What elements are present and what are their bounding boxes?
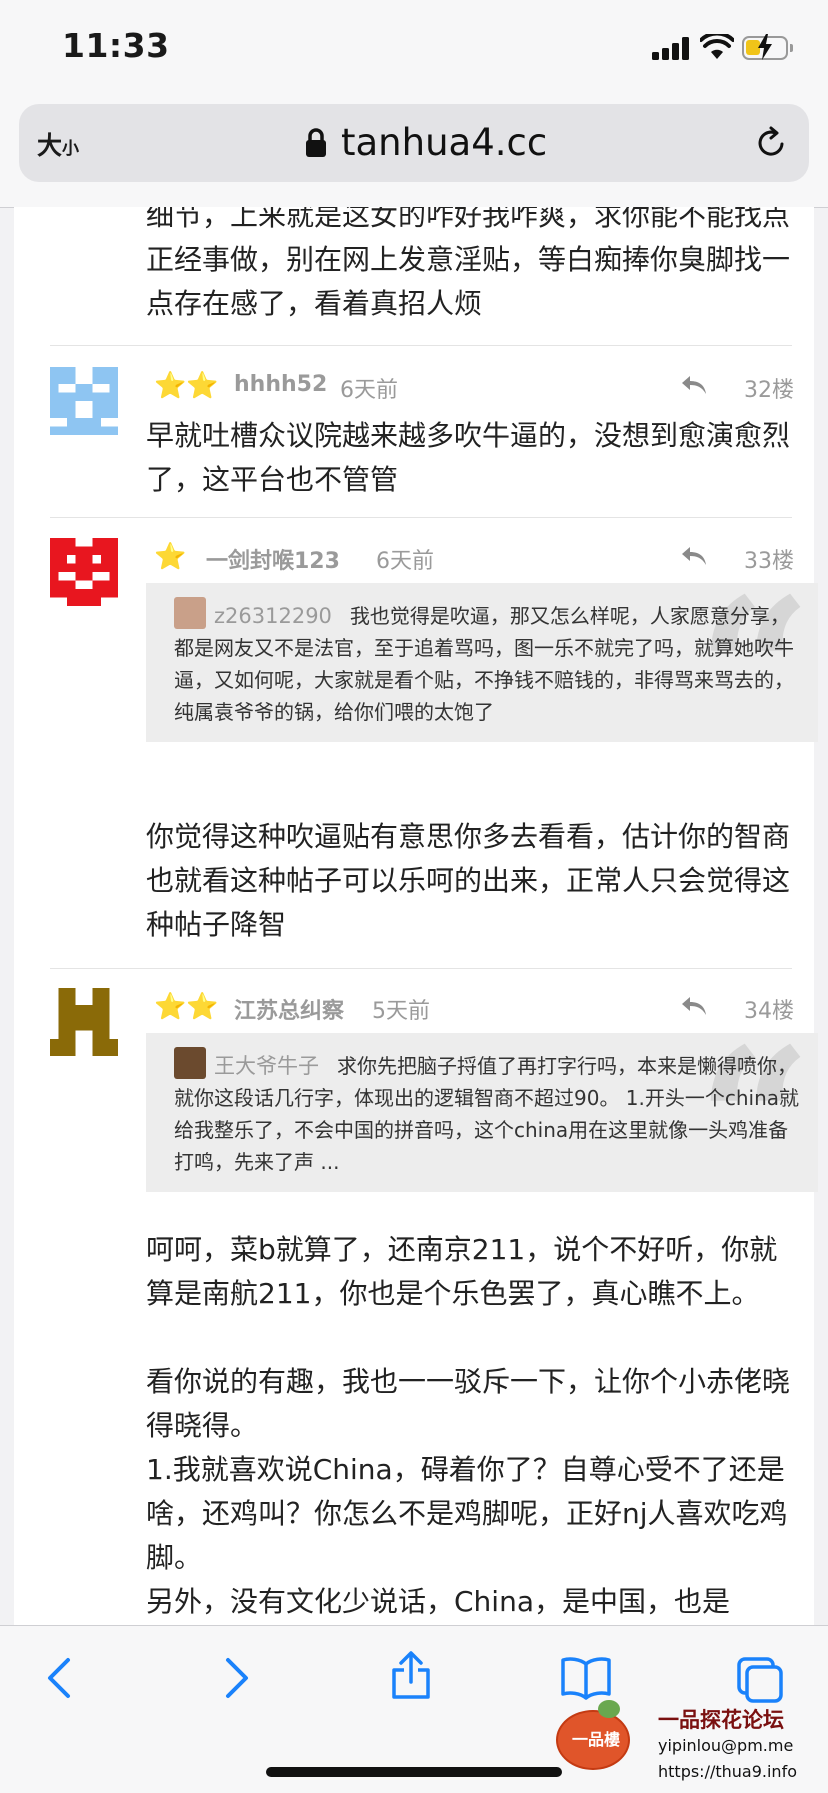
username[interactable]: hhhh52 xyxy=(234,372,327,397)
address-bar[interactable]: 大小 tanhua4.cc xyxy=(19,104,809,182)
url-text[interactable]: tanhua4.cc xyxy=(341,121,547,164)
wifi-icon xyxy=(700,34,734,59)
browser-address-area: 大小 tanhua4.cc xyxy=(0,100,828,208)
status-bar: 11:33 xyxy=(0,0,828,100)
share-icon[interactable] xyxy=(390,1650,432,1700)
post-text: 你觉得这种吹逼贴有意思你多去看看，估计你的智商也就看这种帖子可以乐呵的出来，正常… xyxy=(146,820,791,941)
quote-username[interactable]: 王大爷牛子 xyxy=(214,1054,319,1078)
rating-stars: ⭐ xyxy=(154,542,187,572)
reply-icon[interactable] xyxy=(680,995,708,1017)
quoted-reply: “ 王大爷牛子 求你先把脑子捋值了再打字行吗，本来是懒得喷你，就你这段话几行字，体… xyxy=(146,1033,818,1192)
divider xyxy=(50,968,792,969)
watermark-title: 一品探花论坛 xyxy=(658,1708,784,1732)
home-indicator[interactable] xyxy=(266,1767,562,1777)
divider xyxy=(50,345,792,346)
avatar[interactable] xyxy=(50,988,118,1056)
frog-icon xyxy=(598,1700,620,1718)
floor-number: 32楼 xyxy=(744,378,794,403)
username[interactable]: 江苏总纠察 xyxy=(234,993,344,1025)
reply-icon[interactable] xyxy=(680,545,708,567)
post-meta: ⭐ 一剑封喉123 6天前 33楼 xyxy=(154,541,794,575)
floor-number: 33楼 xyxy=(744,549,794,574)
tabs-icon[interactable] xyxy=(736,1656,784,1704)
text-size-button[interactable]: 大小 xyxy=(37,126,79,162)
cellular-signal-icon xyxy=(652,36,690,60)
book-icon[interactable] xyxy=(560,1656,612,1700)
quote-username[interactable]: z26312290 xyxy=(214,604,332,628)
post-text: 早就吐槽众议院越来越多吹牛逼的，没想到愈演愈烈了，这平台也不管管 xyxy=(146,419,791,496)
rating-stars: ⭐⭐ xyxy=(154,992,219,1022)
post-time: 6天前 xyxy=(340,378,398,403)
post-meta: ⭐⭐ hhhh52 6天前 32楼 xyxy=(154,370,794,404)
floor-number: 34楼 xyxy=(744,999,794,1024)
post-text: 看你说的有趣，我也一一驳斥一下，让你个小赤佬晓得晓得。 xyxy=(146,1365,791,1442)
post-time: 5天前 xyxy=(372,999,430,1024)
avatar[interactable] xyxy=(50,538,118,606)
post-text: 另外，没有文化少说话，China，是中国，也是 xyxy=(146,1585,730,1618)
web-content[interactable]: 细节，上来就是这女的咋好我咋爽，求你能不能找点正经事做，别在网上发意淫贴，等白痴… xyxy=(0,207,828,1625)
quote-avatar xyxy=(174,1047,206,1079)
divider xyxy=(50,517,792,518)
reload-icon[interactable] xyxy=(754,126,788,160)
watermark-logo: 一品樓 xyxy=(556,1710,630,1770)
forward-icon[interactable] xyxy=(222,1656,252,1700)
quoted-reply: “ z26312290 我也觉得是吹逼，那又怎么样呢，人家愿意分享，都是网友又不是… xyxy=(146,583,818,742)
lock-icon xyxy=(306,128,326,157)
thread-page: 细节，上来就是这女的咋好我咋爽，求你能不能找点正经事做，别在网上发意淫贴，等白痴… xyxy=(14,207,818,1625)
back-icon[interactable] xyxy=(44,1656,74,1700)
username[interactable]: 一剑封喉123 xyxy=(206,543,340,575)
post-time: 6天前 xyxy=(376,549,434,574)
battery-icon xyxy=(742,34,793,60)
post-text: 呵呵，菜b就算了，还南京211，说个不好听，你就算是南航211，你也是个乐色罢了… xyxy=(146,1233,778,1310)
watermark-site: https://thua9.info xyxy=(658,1762,797,1781)
post-text: 1.我就喜欢说China，碍着你了？自尊心受不了还是啥，还鸡叫？你怎么不是鸡脚呢… xyxy=(146,1453,788,1574)
watermark-email: yipinlou@pm.me xyxy=(658,1736,794,1755)
post-meta: ⭐⭐ 江苏总纠察 5天前 34楼 xyxy=(154,991,794,1025)
quote-avatar xyxy=(174,597,206,629)
prev-post-text: 细节，上来就是这女的咋好我咋爽，求你能不能找点正经事做，别在网上发意淫贴，等白痴… xyxy=(146,207,791,320)
rating-stars: ⭐⭐ xyxy=(154,371,219,401)
status-time: 11:33 xyxy=(62,26,170,65)
avatar[interactable] xyxy=(50,367,118,435)
reply-icon[interactable] xyxy=(680,374,708,396)
